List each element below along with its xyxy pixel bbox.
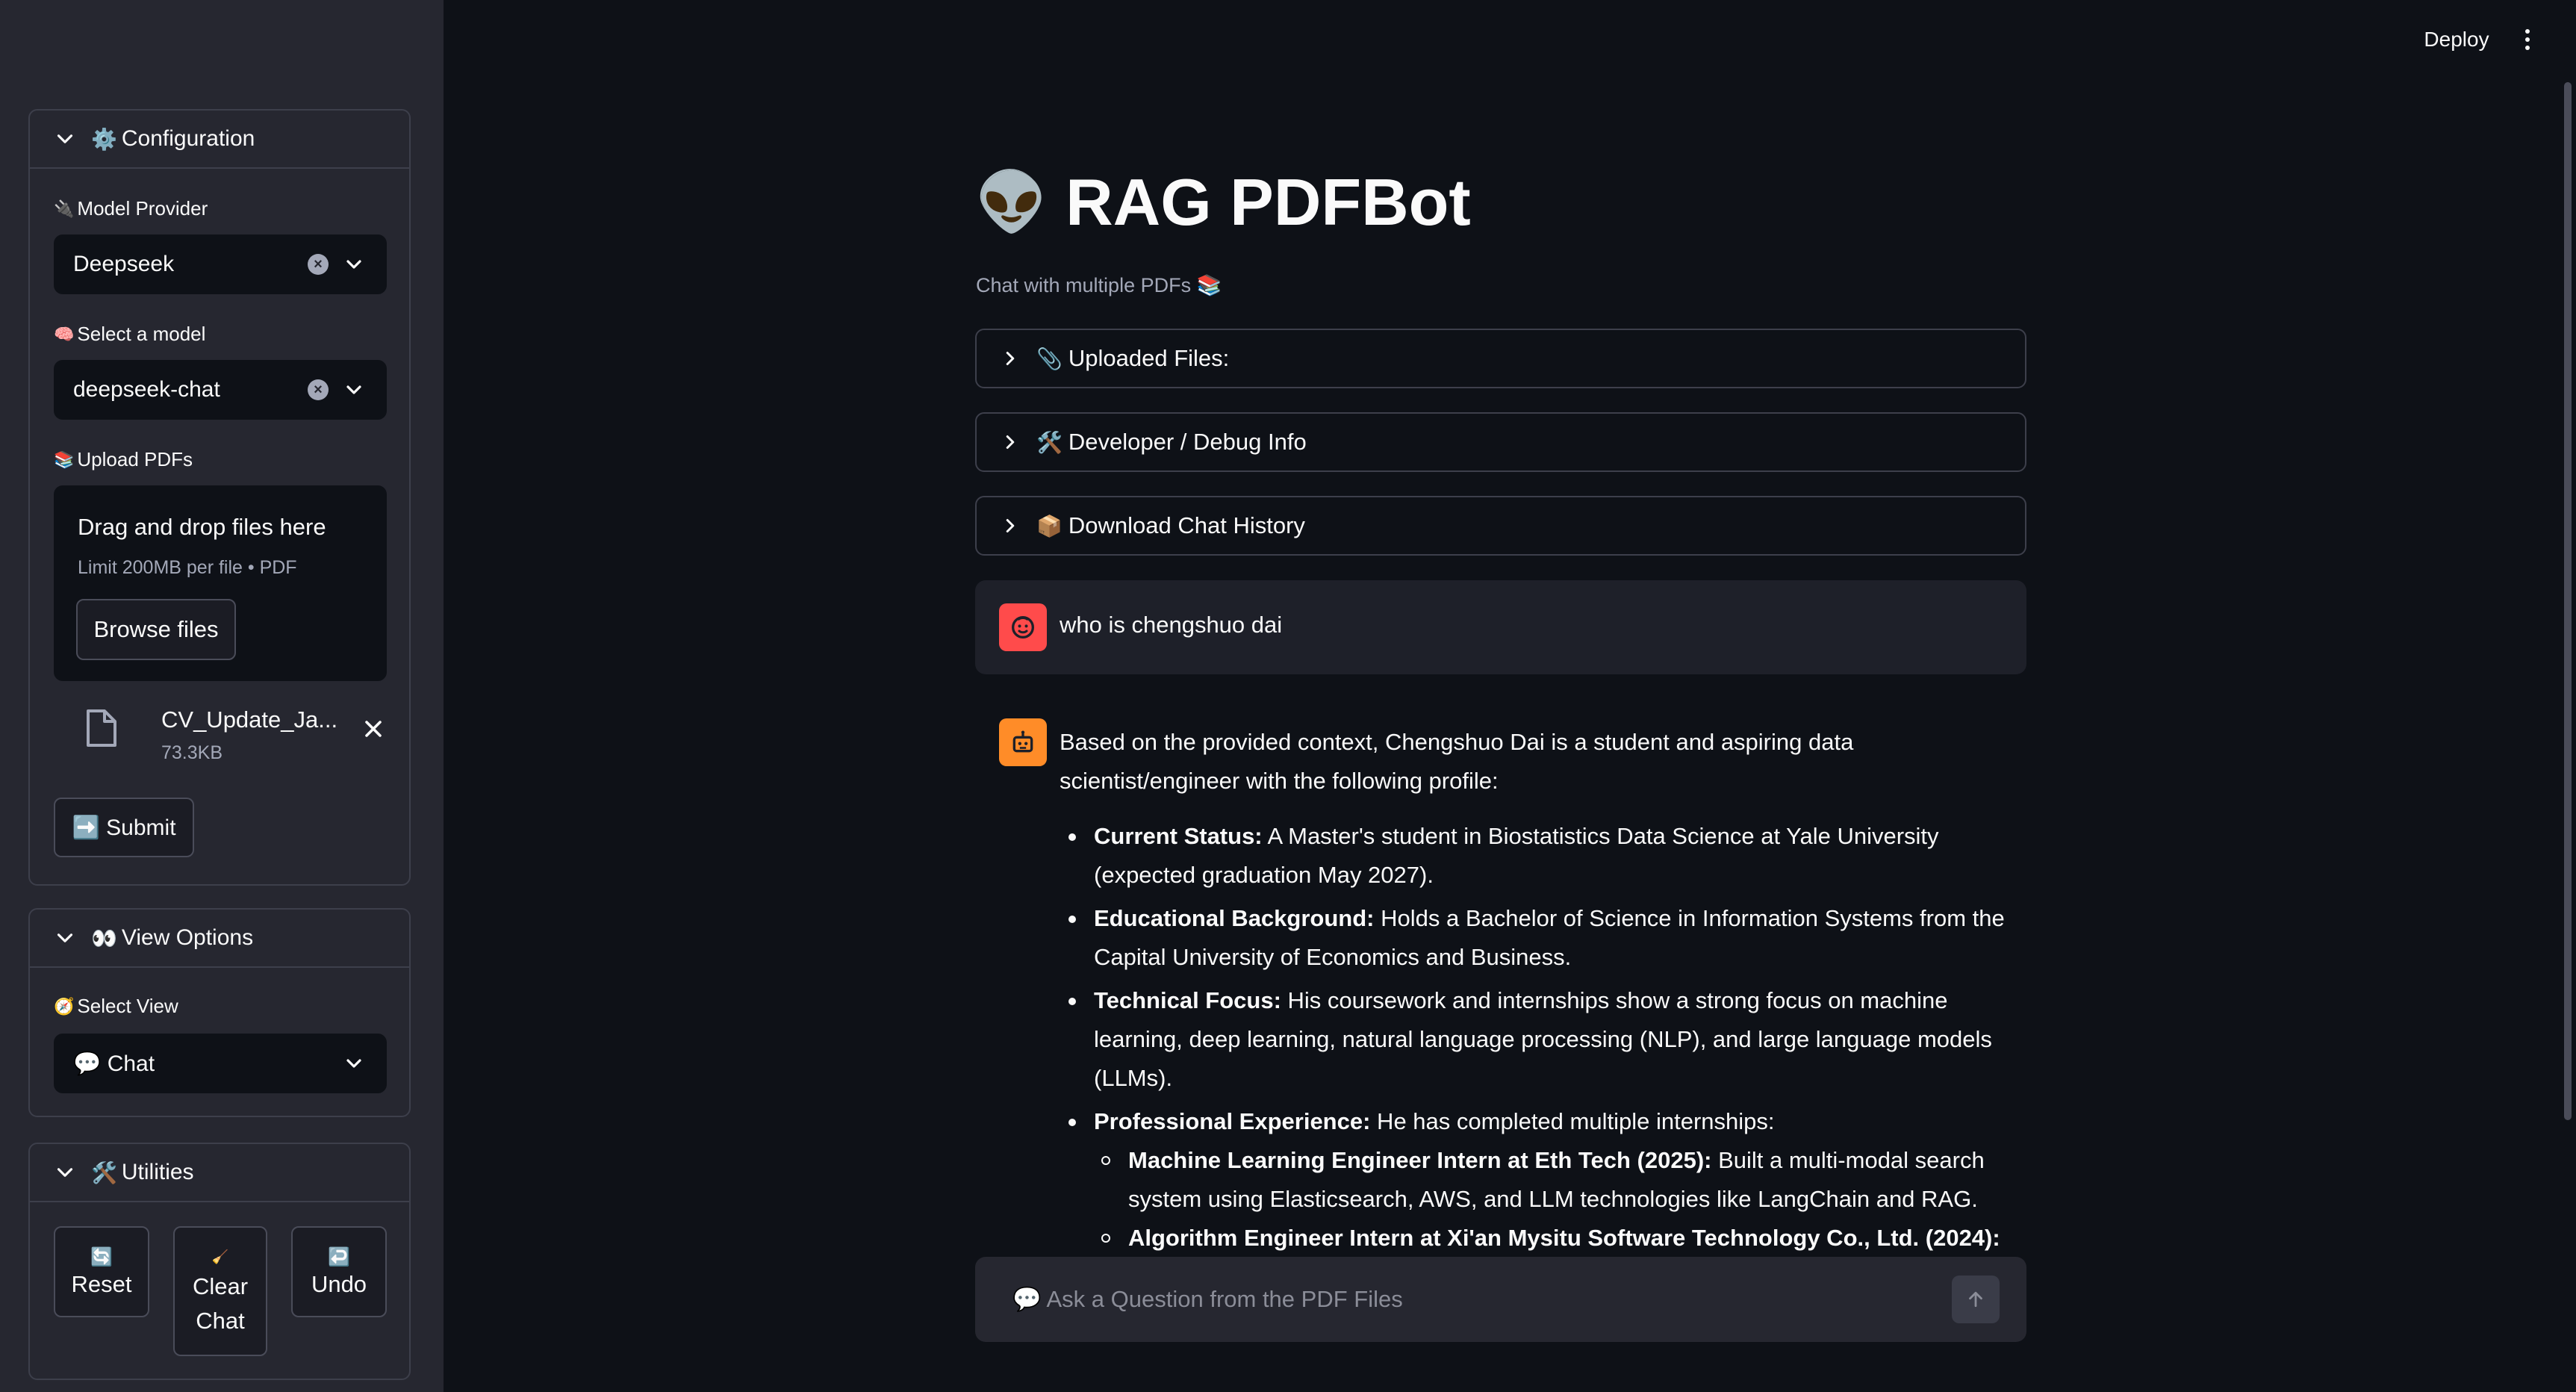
clear-selection-icon[interactable]: × <box>308 254 329 275</box>
compass-icon: 🧭 <box>54 996 75 1016</box>
chevron-down-icon <box>342 378 366 402</box>
model-provider-value: Deepseek <box>73 252 175 276</box>
uploaded-files-expander[interactable]: 📎 Uploaded Files: <box>975 329 2026 388</box>
model-provider-select[interactable]: Deepseek × <box>54 234 387 294</box>
download-chat-history-expander[interactable]: 📦 Download Chat History <box>975 496 2026 556</box>
books-icon: 📚 <box>54 450 75 469</box>
sidebar: ⚙️ Configuration 🔌 Model Provider Deepse… <box>0 0 444 1392</box>
alien-icon: 👽 <box>975 169 1048 234</box>
chevron-down-icon <box>52 925 78 951</box>
plug-icon: 🔌 <box>54 199 75 218</box>
view-options-panel-header[interactable]: 👀 View Options <box>30 910 409 968</box>
list-item: Current Status: A Master's student in Bi… <box>1060 817 2012 895</box>
list-item: Professional Experience: He has complete… <box>1060 1102 2012 1141</box>
assistant-intro: Based on the provided context, Chengshuo… <box>1060 729 1854 794</box>
model-select[interactable]: deepseek-chat × <box>54 360 387 420</box>
close-icon[interactable] <box>360 715 387 742</box>
package-icon: 📦 <box>1036 514 1063 538</box>
select-view-label: 🧭 Select View <box>54 995 178 1017</box>
chevron-down-icon <box>342 1051 366 1075</box>
more-menu-icon[interactable] <box>2516 22 2539 57</box>
utilities-panel: 🛠️ Utilities 🔄 Reset 🧹 Clear Chat ↩️ Und… <box>28 1143 411 1380</box>
user-avatar-icon <box>999 603 1047 651</box>
utilities-title: Utilities <box>121 1160 194 1184</box>
broom-icon: 🧹 <box>211 1249 229 1264</box>
gear-icon: ⚙️ <box>91 127 117 151</box>
model-provider-label: 🔌 Model Provider <box>54 197 208 220</box>
list-item: Technical Focus: His coursework and inte… <box>1060 981 2012 1098</box>
tools-icon: 🛠️ <box>1036 430 1063 454</box>
submit-button[interactable]: ➡️ Submit <box>54 798 194 857</box>
assistant-message-body: Based on the provided context, Chengshuo… <box>1060 723 2012 1258</box>
view-options-panel: 👀 View Options 🧭 Select View 💬 Chat <box>28 908 411 1117</box>
page-title: 👽 RAG PDFBot <box>975 165 1471 239</box>
file-dropzone[interactable]: Drag and drop files here Limit 200MB per… <box>54 485 387 681</box>
chevron-right-icon <box>999 347 1021 370</box>
user-message-text: who is chengshuo dai <box>1060 612 1283 638</box>
model-value: deepseek-chat <box>73 377 220 402</box>
chevron-down-icon <box>342 252 366 276</box>
configuration-title: Configuration <box>121 126 255 151</box>
chevron-right-icon <box>999 431 1021 453</box>
profile-list: Current Status: A Master's student in Bi… <box>1060 817 2012 1258</box>
send-button[interactable] <box>1952 1276 2000 1323</box>
sub-list-item: Machine Learning Engineer Intern at Eth … <box>1060 1141 2012 1219</box>
chevron-right-icon <box>999 515 1021 537</box>
dropzone-limit: Limit 200MB per file • PDF <box>78 557 297 578</box>
chat-input-bar <box>975 1257 2026 1342</box>
paperclip-icon: 📎 <box>1036 347 1063 370</box>
chevron-down-icon <box>52 1160 78 1185</box>
dropzone-title: Drag and drop files here <box>78 514 326 540</box>
view-options-title: View Options <box>121 925 254 950</box>
configuration-panel-header[interactable]: ⚙️ Configuration <box>30 111 409 169</box>
uploaded-file-name: CV_Update_Ja... <box>161 706 338 733</box>
utilities-panel-header[interactable]: 🛠️ Utilities <box>30 1144 409 1202</box>
select-view-dropdown[interactable]: 💬 Chat <box>54 1034 387 1093</box>
uploaded-file-size: 73.3KB <box>161 742 223 763</box>
chat-input[interactable] <box>1012 1286 1952 1313</box>
list-item: Educational Background: Holds a Bachelor… <box>1060 899 2012 977</box>
user-message: who is chengshuo dai <box>975 580 2026 674</box>
clear-chat-button[interactable]: 🧹 Clear Chat <box>173 1226 267 1356</box>
clear-selection-icon[interactable]: × <box>308 379 329 400</box>
select-view-value: 💬 Chat <box>73 1051 155 1076</box>
sub-list-item: Algorithm Engineer Intern at Xi'an Mysit… <box>1060 1219 2012 1258</box>
model-select-label: 🧠 Select a model <box>54 323 206 345</box>
bot-avatar-icon <box>999 718 1047 766</box>
uploaded-file-item: CV_Update_Ja... 73.3KB <box>54 699 387 774</box>
page-subtitle: Chat with multiple PDFs 📚 <box>976 274 1222 296</box>
refresh-icon: 🔄 <box>90 1246 113 1267</box>
upload-pdfs-label: 📚 Upload PDFs <box>54 448 193 470</box>
developer-debug-expander[interactable]: 🛠️ Developer / Debug Info <box>975 412 2026 472</box>
undo-icon: ↩️ <box>328 1246 350 1267</box>
deploy-button[interactable]: Deploy <box>2412 22 2501 57</box>
file-icon <box>84 708 119 748</box>
configuration-panel: ⚙️ Configuration 🔌 Model Provider Deepse… <box>28 109 411 886</box>
chevron-down-icon <box>52 126 78 152</box>
undo-button[interactable]: ↩️ Undo <box>291 1226 387 1317</box>
tools-icon: 🛠️ <box>91 1160 117 1184</box>
eyes-icon: 👀 <box>91 926 117 950</box>
arrow-up-icon <box>1969 1291 1982 1308</box>
assistant-message: Based on the provided context, Chengshuo… <box>975 709 2026 1251</box>
browse-files-button[interactable]: Browse files <box>76 599 236 660</box>
brain-icon: 🧠 <box>54 324 75 344</box>
main-scrollbar[interactable] <box>2564 82 2572 1120</box>
reset-button[interactable]: 🔄 Reset <box>54 1226 149 1317</box>
app-root: ⚙️ Configuration 🔌 Model Provider Deepse… <box>0 0 2576 1392</box>
